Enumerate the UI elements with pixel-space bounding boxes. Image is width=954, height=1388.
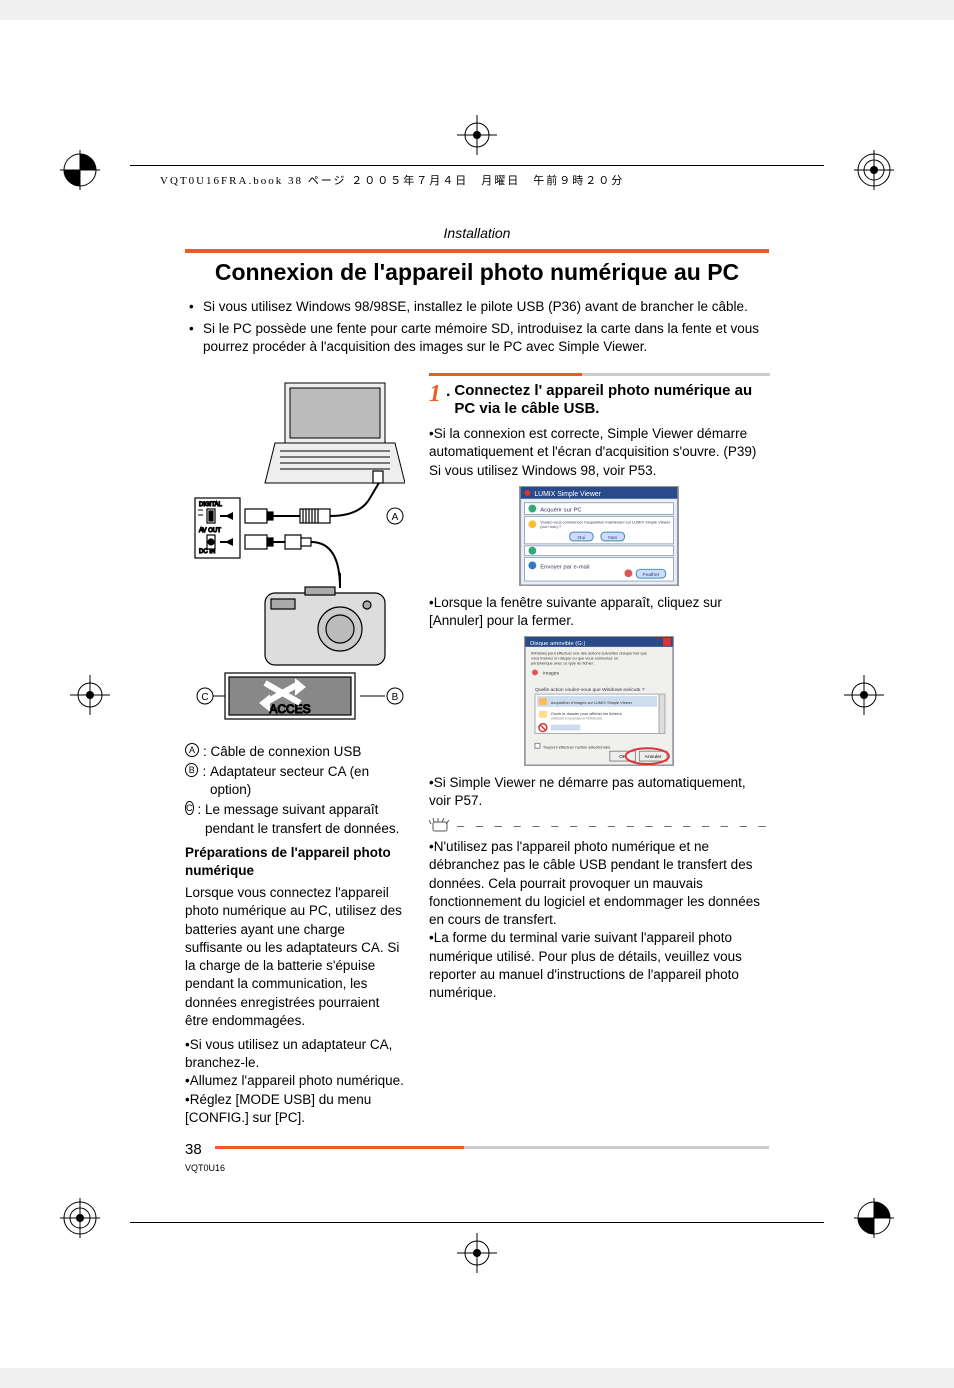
- intro-item: •Si vous utilisez Windows 98/98SE, insta…: [189, 298, 769, 316]
- step-dot: .: [446, 382, 450, 401]
- crop-mark-icon: [70, 675, 110, 715]
- step-body: Si Simple Viewer ne démarre pas automati…: [429, 775, 746, 808]
- intro-text: Si vous utilisez Windows 98/98SE, instal…: [203, 298, 748, 316]
- legend-letter-c: C: [185, 801, 194, 815]
- simple-viewer-screenshot: LUMIX Simple Viewer Acquérir sur PC Voul…: [519, 486, 679, 586]
- step-body: Si la connexion est correcte, Simple Vie…: [429, 426, 756, 477]
- legend-text: Câble de connexion USB: [211, 743, 362, 761]
- windows-autoplay-screenshot: Disque amovible (G:) Windows peut effect…: [524, 636, 674, 766]
- svg-text:DC IN: DC IN: [199, 549, 215, 555]
- section-header: Installation: [185, 225, 769, 241]
- doc-code: VQT0U16: [185, 1163, 225, 1173]
- header-rule: [130, 165, 824, 166]
- step-body: Lorsque la fenêtre suivante apparaît, cl…: [429, 595, 722, 628]
- prep-bullet-text: Si vous utilisez un adaptateur CA, branc…: [185, 1037, 392, 1070]
- note-text: La forme du terminal varie suivant l'app…: [429, 930, 742, 1000]
- legend-row: C: Le message suivant apparaît pendant l…: [185, 801, 405, 837]
- left-column: DIGITAL AV OUT DC IN: [185, 373, 405, 1127]
- title-bar: Connexion de l'appareil photo numérique …: [185, 249, 769, 286]
- step-bullet: •Si la connexion est correcte, Simple Vi…: [429, 425, 770, 480]
- note-text: N'utilisez pas l'appareil photo numériqu…: [429, 839, 760, 927]
- intro-item: •Si le PC possède une fente pour carte m…: [189, 320, 769, 356]
- note-bullet: •La forme du terminal varie suivant l'ap…: [429, 929, 770, 1002]
- right-column: 1 . Connectez l' appareil photo numériqu…: [429, 373, 770, 1127]
- crop-mark-icon: [60, 150, 100, 190]
- svg-text:B: B: [392, 692, 399, 703]
- legend-text: Le message suivant apparaît pendant le t…: [205, 801, 405, 837]
- legend-row: B: Adaptateur secteur CA (en option): [185, 763, 405, 799]
- connection-diagram: DIGITAL AV OUT DC IN: [185, 373, 405, 733]
- svg-text:AV OUT: AV OUT: [199, 528, 221, 534]
- svg-text:Envoyer par e-mail: Envoyer par e-mail: [541, 564, 590, 570]
- page-number: 38: [185, 1141, 202, 1158]
- svg-text:Toujours effectuer l'action sé: Toujours effectuer l'action sélectionnée…: [543, 745, 611, 750]
- prep-bullet: •Réglez [MODE USB] du menu [CONFIG.] sur…: [185, 1091, 405, 1127]
- acces-label: ACCES: [269, 702, 310, 716]
- step-bullet: •Lorsque la fenêtre suivante apparaît, c…: [429, 594, 770, 630]
- svg-text:Oui: Oui: [578, 535, 586, 541]
- page: VQT0U16FRA.book 38 ページ ２００５年７月４日 月曜日 午前９…: [0, 20, 954, 1368]
- legend-row: A: Câble de connexion USB: [185, 743, 405, 761]
- svg-text:Non: Non: [609, 535, 618, 541]
- svg-text:Feather: Feather: [643, 572, 660, 578]
- legend-letter-a: A: [185, 743, 199, 757]
- content-area: Installation Connexion de l'appareil pho…: [185, 225, 769, 1168]
- prep-bullet: •Allumez l'appareil photo numérique.: [185, 1072, 405, 1090]
- svg-text:Disque amovible (G:): Disque amovible (G:): [530, 641, 585, 647]
- two-columns: DIGITAL AV OUT DC IN: [185, 373, 769, 1127]
- svg-text:Acquérir sur PC: Acquérir sur PC: [541, 507, 583, 513]
- page-number-rule: [215, 1146, 769, 1150]
- svg-text:Acquisition d'images sur LUMIX: Acquisition d'images sur LUMIX Simple Vi…: [551, 700, 633, 705]
- crop-mark-icon: [854, 150, 894, 190]
- svg-text:(oui / non) ?: (oui / non) ?: [541, 524, 563, 529]
- crop-mark-icon: [60, 1198, 100, 1238]
- footer-rule: [130, 1222, 824, 1223]
- svg-text:périphérique avec ce type de f: périphérique avec ce type de fichier :: [531, 661, 595, 666]
- prep-bullet-text: Allumez l'appareil photo numérique.: [190, 1073, 404, 1088]
- prep-bullet-text: Réglez [MODE USB] du menu [CONFIG.] sur …: [185, 1092, 371, 1125]
- svg-text:utilisant Explorateur Windows: utilisant Explorateur Windows: [551, 716, 602, 721]
- page-title: Connexion de l'appareil photo numérique …: [185, 259, 769, 286]
- header-meta-text: VQT0U16FRA.book 38 ページ ２００５年７月４日 月曜日 午前９…: [160, 172, 624, 188]
- svg-text:Annuler: Annuler: [645, 754, 662, 760]
- crop-mark-icon: [854, 1198, 894, 1238]
- svg-text:A: A: [392, 512, 399, 523]
- svg-text:C: C: [201, 692, 208, 703]
- note-icon: [429, 818, 451, 832]
- step-bullet: •Si Simple Viewer ne démarre pas automat…: [429, 774, 770, 810]
- step-title: Connectez l' appareil photo numérique au…: [454, 382, 769, 420]
- note-bullet: •N'utilisez pas l'appareil photo numériq…: [429, 838, 770, 929]
- svg-text:LUMIX Simple Viewer: LUMIX Simple Viewer: [535, 491, 602, 498]
- prep-body: Lorsque vous connectez l'appareil photo …: [185, 884, 405, 1030]
- prep-heading: Préparations de l'appareil photo numériq…: [185, 844, 405, 880]
- intro-list: •Si vous utilisez Windows 98/98SE, insta…: [185, 298, 769, 357]
- notes-divider: – – – – – – – – – – – – – – – – –: [429, 817, 770, 835]
- svg-text:Quelle action voulez-vous que: Quelle action voulez-vous que Windows ex…: [535, 687, 645, 693]
- crop-mark-icon: [844, 675, 884, 715]
- svg-text:DIGITAL: DIGITAL: [199, 502, 223, 508]
- crop-mark-icon: [457, 115, 497, 155]
- svg-text:Images: Images: [543, 671, 560, 677]
- prep-bullet: •Si vous utilisez un adaptateur CA, bran…: [185, 1036, 405, 1072]
- crop-mark-icon: [457, 1233, 497, 1273]
- step-number: 1: [429, 382, 446, 406]
- legend-text: Adaptateur secteur CA (en option): [210, 763, 405, 799]
- legend-letter-b: B: [185, 763, 198, 777]
- intro-text: Si le PC possède une fente pour carte mé…: [203, 320, 769, 356]
- step-header: 1 . Connectez l' appareil photo numériqu…: [429, 373, 770, 420]
